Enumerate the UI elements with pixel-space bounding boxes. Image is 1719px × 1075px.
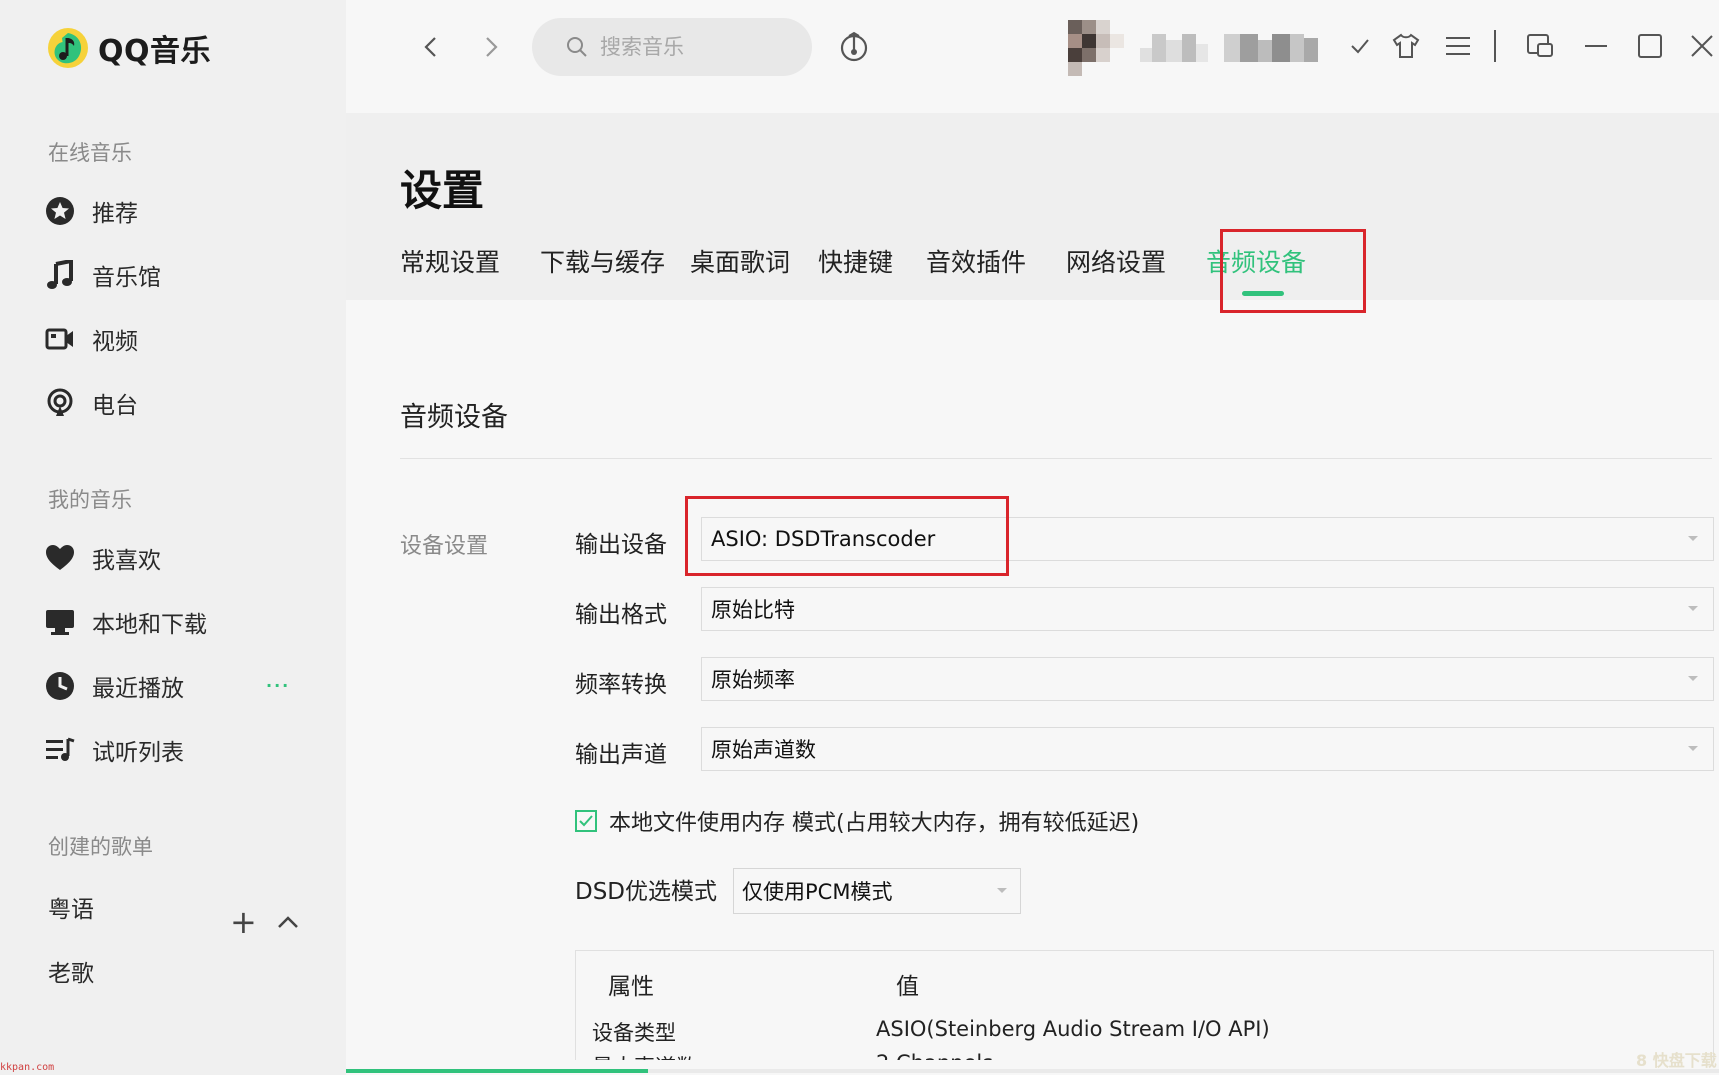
tab-hotkeys[interactable]: 快捷键 — [818, 243, 893, 279]
sidebar-item-recommend[interactable]: 推荐 — [44, 194, 138, 228]
sidebar-item-video[interactable]: 视频 — [44, 322, 138, 356]
maximize-icon[interactable] — [1632, 28, 1668, 64]
section-created-playlists-title: 创建的歌单 — [48, 835, 153, 859]
chevron-up-icon[interactable] — [276, 912, 300, 932]
user-avatar[interactable] — [1068, 20, 1124, 76]
search-input[interactable] — [598, 34, 802, 60]
section-online-music-title: 在线音乐 — [48, 141, 132, 165]
table-header-value: 值 — [896, 974, 919, 1000]
checkin-icon[interactable] — [1342, 28, 1378, 64]
sidebar-item-radio[interactable]: 电台 — [44, 386, 138, 420]
sample-rate-label: 频率转换 — [575, 672, 667, 698]
section-my-music-title: 我的音乐 — [48, 488, 132, 512]
sidebar-item-label: 我喜欢 — [92, 548, 161, 574]
sidebar-item-label: 音乐馆 — [92, 265, 161, 291]
group-label: 设备设置 — [400, 534, 489, 559]
playlist-item[interactable]: 粤语 — [48, 890, 94, 924]
sidebar-item-label: 电台 — [92, 393, 138, 419]
playback-progress-fill — [346, 1069, 649, 1073]
dropdown-caret-icon — [997, 888, 1007, 893]
monitor-icon — [44, 606, 76, 638]
sidebar-item-label: 本地和下载 — [92, 612, 207, 638]
chevron-left-icon[interactable] — [414, 30, 448, 64]
tab-desktop-lyrics[interactable]: 桌面歌词 — [690, 243, 790, 279]
search-box[interactable] — [532, 18, 812, 76]
dropdown-caret-icon — [1688, 676, 1698, 681]
download-progress-badge: ... — [266, 672, 291, 691]
skin-icon[interactable] — [1388, 28, 1424, 64]
tab-download-cache[interactable]: 下载与缓存 — [540, 243, 665, 279]
tab-general[interactable]: 常规设置 — [400, 243, 500, 279]
table-cell-value: ASIO(Steinberg Audio Stream I/O API) — [876, 1017, 1270, 1041]
video-icon — [44, 323, 76, 355]
output-device-label: 输出设备 — [575, 532, 667, 558]
settings-header: 设置 常规设置 下载与缓存 桌面歌词 快捷键 音效插件 网络设置 音频设备 — [346, 113, 1719, 300]
voice-search-icon[interactable] — [838, 30, 870, 64]
section-title: 音频设备 — [400, 402, 508, 433]
sidebar-item-music-hall[interactable]: 音乐馆 — [44, 258, 161, 292]
output-format-value: 原始比特 — [711, 598, 795, 622]
memory-mode-checkbox[interactable] — [575, 810, 597, 832]
music-note-icon — [44, 259, 76, 291]
sidebar-item-recent[interactable]: 最近播放 — [44, 669, 184, 703]
sample-rate-select[interactable]: 原始频率 — [701, 657, 1714, 701]
heart-icon — [44, 542, 76, 574]
checkmark-icon — [579, 815, 593, 827]
close-icon[interactable] — [1684, 28, 1719, 64]
output-format-label: 输出格式 — [575, 602, 667, 628]
settings-content: 音频设备 设备设置 输出设备 ASIO: DSDTranscoder 输出格式 … — [346, 300, 1719, 1075]
menu-icon[interactable] — [1440, 28, 1476, 64]
dropdown-caret-icon — [1688, 536, 1698, 541]
minimize-icon[interactable] — [1578, 28, 1614, 64]
sidebar-item-label: 试听列表 — [92, 740, 184, 766]
add-playlist-button[interactable]: + — [230, 906, 257, 938]
watermark-right: 8 快盘下载 — [1636, 1051, 1717, 1070]
playlist-item[interactable]: 老歌 — [48, 954, 94, 988]
sidebar: QQ音乐 在线音乐 推荐 音乐馆 视频 电台 我的音乐 我喜欢 本地和下载 ..… — [0, 0, 346, 1075]
memory-mode-label: 本地文件使用内存 模式(占用较大内存，拥有较低延迟) — [609, 811, 1140, 836]
dsd-mode-label: DSD优选模式 — [575, 879, 718, 905]
highlight-box-output-device — [685, 496, 1009, 576]
radio-icon — [44, 387, 76, 419]
username-blurred[interactable] — [1140, 34, 1318, 62]
output-format-select[interactable]: 原始比特 — [701, 587, 1714, 631]
tab-network[interactable]: 网络设置 — [1066, 243, 1166, 279]
dropdown-caret-icon — [1688, 606, 1698, 611]
memory-mode-checkbox-row[interactable]: 本地文件使用内存 模式(占用较大内存，拥有较低延迟) — [575, 805, 1139, 837]
app-name: QQ音乐 — [98, 34, 212, 69]
table-header-property: 属性 — [608, 974, 654, 1000]
device-properties-table: 属性 值 设备类型 ASIO(Steinberg Audio Stream I/… — [575, 950, 1714, 1060]
star-icon — [44, 195, 76, 227]
watermark-left: kkpan.com — [0, 1062, 55, 1073]
sample-rate-value: 原始频率 — [711, 668, 795, 692]
dsd-mode-value: 仅使用PCM模式 — [742, 880, 893, 904]
sidebar-item-favorites[interactable]: 我喜欢 — [44, 541, 161, 575]
top-bar — [346, 0, 1719, 113]
search-icon — [567, 37, 587, 57]
sidebar-item-label: 最近播放 — [92, 676, 184, 702]
playlist-icon — [44, 734, 76, 766]
sidebar-item-trial-list[interactable]: 试听列表 — [44, 733, 184, 767]
output-channels-select[interactable]: 原始声道数 — [701, 727, 1714, 771]
table-cell-property: 设备类型 — [592, 1021, 676, 1045]
section-divider — [400, 458, 1712, 459]
sidebar-item-local-download[interactable]: 本地和下载 — [44, 605, 207, 639]
tab-effect-plugins[interactable]: 音效插件 — [926, 243, 1026, 279]
sidebar-item-label: 视频 — [92, 329, 138, 355]
app-logo[interactable]: QQ音乐 — [46, 26, 211, 70]
table-cell-value: 2 Channels — [876, 1051, 993, 1060]
dsd-mode-select[interactable]: 仅使用PCM模式 — [733, 868, 1021, 914]
qq-music-logo-icon — [48, 28, 88, 68]
chevron-right-icon[interactable] — [474, 30, 508, 64]
output-channels-label: 输出声道 — [575, 742, 667, 768]
playback-progress-bar[interactable] — [346, 1069, 1719, 1073]
dropdown-caret-icon — [1688, 746, 1698, 751]
output-channels-value: 原始声道数 — [711, 738, 816, 762]
page-title: 设置 — [400, 166, 485, 215]
sidebar-item-label: 推荐 — [92, 201, 138, 227]
mini-mode-icon[interactable] — [1522, 28, 1558, 64]
table-cell-property: 最大声道数 — [592, 1051, 697, 1060]
toolbar-separator — [1494, 30, 1496, 62]
clock-icon — [44, 670, 76, 702]
